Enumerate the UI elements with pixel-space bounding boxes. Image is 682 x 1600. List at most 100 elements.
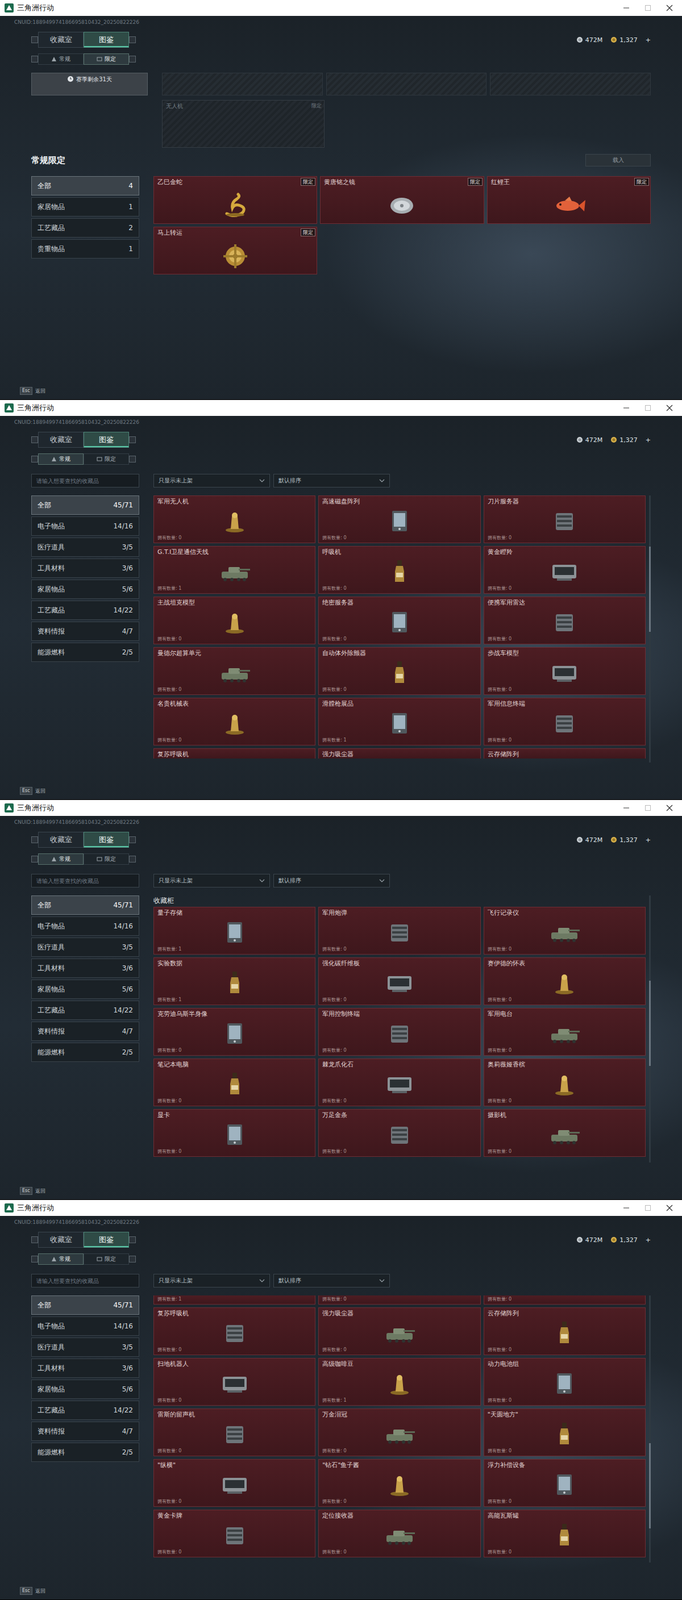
collectible-card[interactable]: 奥莉薇娅香槟拥有数量: 0 xyxy=(483,1058,646,1107)
collectible-card[interactable]: 主战坦克模型拥有数量: 0 xyxy=(153,596,316,645)
category-item[interactable]: 能源燃料2/5 xyxy=(31,1042,140,1063)
main-tab[interactable]: 图鉴 xyxy=(83,832,130,848)
collectible-card[interactable]: 曼德尔超算单元拥有数量: 0 xyxy=(153,647,316,696)
collectible-card[interactable]: 黄唐铭之镜限定 xyxy=(319,176,484,224)
sub-tab[interactable]: 限定 xyxy=(83,1253,130,1266)
category-item[interactable]: 全部4 xyxy=(31,176,140,196)
category-item[interactable]: 贵重物品1 xyxy=(31,239,140,259)
maximize-icon[interactable] xyxy=(644,404,652,412)
collectible-card[interactable]: 万足金条拥有数量: 0 xyxy=(318,1109,481,1158)
collectible-card[interactable]: 高能瓦斯罐拥有数量: 0 xyxy=(483,1510,646,1558)
prev-tab-key[interactable] xyxy=(31,36,39,44)
add-currency-button[interactable]: + xyxy=(645,1236,651,1245)
collectible-card[interactable]: 克劳迪乌斯半身像拥有数量: 0 xyxy=(153,1008,316,1056)
collectible-card[interactable]: 扫地机器人拥有数量: 0 xyxy=(153,1358,316,1407)
sub-tab[interactable]: 限定 xyxy=(83,53,130,65)
category-item[interactable]: 电子物品14/16 xyxy=(31,916,140,937)
category-item[interactable]: 能源燃料2/5 xyxy=(31,1442,140,1463)
sub-tab[interactable]: 常规 xyxy=(38,453,84,465)
add-currency-button[interactable]: + xyxy=(645,436,651,444)
close-icon[interactable] xyxy=(666,1204,673,1212)
add-currency-button[interactable]: + xyxy=(645,836,651,844)
search-field[interactable] xyxy=(31,874,140,888)
prev-subtab-key[interactable] xyxy=(31,1256,39,1263)
collectible-card[interactable]: 高级咖啡豆拥有数量: 1 xyxy=(318,1358,481,1407)
collectible-card[interactable]: 赛伊德的怀表拥有数量: 0 xyxy=(483,957,646,1006)
close-icon[interactable] xyxy=(666,404,673,412)
collectible-card[interactable]: 拥有数量: 0 xyxy=(318,1295,481,1305)
collectible-card[interactable]: 强力吸尘器拥有数量: 0 xyxy=(318,1307,481,1356)
category-item[interactable]: 医疗道具3/5 xyxy=(31,537,140,557)
collectible-card[interactable]: 呼吸机拥有数量: 0 xyxy=(318,546,481,594)
collectible-card[interactable]: 拥有数量: 0 xyxy=(483,1295,646,1305)
prev-subtab-key[interactable] xyxy=(31,455,39,463)
scrollbar-thumb[interactable] xyxy=(649,546,651,632)
next-subtab-key[interactable] xyxy=(129,1256,136,1263)
next-tab-key[interactable] xyxy=(129,36,136,44)
category-item[interactable]: 工艺藏品14/22 xyxy=(31,600,140,621)
back-hint[interactable]: Esc返回 xyxy=(19,387,651,395)
minimize-icon[interactable] xyxy=(622,4,630,12)
featured-card[interactable]: 无人机限定 xyxy=(161,100,325,148)
add-currency-button[interactable]: + xyxy=(645,36,651,44)
collectible-card[interactable]: 实验数据拥有数量: 1 xyxy=(153,957,316,1006)
close-icon[interactable] xyxy=(666,4,673,12)
back-hint[interactable]: Esc返回 xyxy=(19,1187,651,1196)
collectible-card[interactable]: 红鲤王限定 xyxy=(487,176,651,224)
category-item[interactable]: 资料情报4/7 xyxy=(31,1421,140,1442)
collectible-card[interactable]: G.T.I卫星通信天线拥有数量: 1 xyxy=(153,546,316,594)
main-tab[interactable]: 收藏室 xyxy=(38,31,84,48)
collectible-card[interactable]: 显卡拥有数量: 0 xyxy=(153,1109,316,1158)
main-tab[interactable]: 图鉴 xyxy=(83,1232,130,1249)
category-item[interactable]: 工具材料3/6 xyxy=(31,958,140,979)
filter-dropdown[interactable]: 只显示未上架 xyxy=(153,874,270,888)
filter-dropdown[interactable]: 默认排序 xyxy=(273,1274,390,1288)
main-tab[interactable]: 收藏室 xyxy=(38,1232,84,1249)
minimize-icon[interactable] xyxy=(622,404,630,412)
collectible-card[interactable]: 滑膛枪展品拥有数量: 1 xyxy=(318,697,481,746)
search-field[interactable] xyxy=(31,1274,140,1288)
collectible-card[interactable]: 自动体外除颤器拥有数量: 0 xyxy=(318,647,481,696)
category-item[interactable]: 电子物品14/16 xyxy=(31,516,140,536)
scrollbar-thumb[interactable] xyxy=(649,980,651,1067)
collectible-card[interactable]: 黄金瞪羚拥有数量: 0 xyxy=(483,546,646,594)
collectible-card[interactable]: 量子存储拥有数量: 1 xyxy=(153,907,316,955)
collectible-card[interactable]: 军用控制终端拥有数量: 0 xyxy=(318,1008,481,1056)
action-button[interactable]: 载入 xyxy=(585,154,651,167)
sub-tab[interactable]: 常规 xyxy=(38,1253,84,1266)
collectible-card[interactable]: 强力吸尘器 xyxy=(318,748,481,759)
prev-tab-key[interactable] xyxy=(31,436,39,444)
collectible-card[interactable]: 复苏呼吸机拥有数量: 0 xyxy=(153,1307,316,1356)
maximize-icon[interactable] xyxy=(644,804,652,812)
next-subtab-key[interactable] xyxy=(129,55,136,63)
category-item[interactable]: 家居物品1 xyxy=(31,197,140,217)
category-item[interactable]: 工艺藏品2 xyxy=(31,218,140,238)
category-item[interactable]: 工艺藏品14/22 xyxy=(31,1400,140,1421)
next-subtab-key[interactable] xyxy=(129,855,136,863)
filter-dropdown[interactable]: 只显示未上架 xyxy=(153,1274,270,1288)
next-tab-key[interactable] xyxy=(129,836,136,844)
category-item[interactable]: 全部45/71 xyxy=(31,1295,140,1316)
scrollbar[interactable] xyxy=(649,495,651,763)
collectible-card[interactable]: 摄影机拥有数量: 0 xyxy=(483,1109,646,1158)
main-tab[interactable]: 收藏室 xyxy=(38,832,84,848)
collectible-card[interactable]: 动力电池组拥有数量: 0 xyxy=(483,1358,646,1407)
category-item[interactable]: 能源燃料2/5 xyxy=(31,642,140,663)
collectible-card[interactable]: 名贵机械表拥有数量: 0 xyxy=(153,697,316,746)
scrollbar[interactable] xyxy=(649,895,651,1163)
sub-tab[interactable]: 常规 xyxy=(38,853,84,866)
category-item[interactable]: 电子物品14/16 xyxy=(31,1316,140,1337)
filter-dropdown[interactable]: 只显示未上架 xyxy=(153,473,270,488)
next-subtab-key[interactable] xyxy=(129,455,136,463)
collectible-card[interactable]: 步战车模型拥有数量: 0 xyxy=(483,647,646,696)
category-item[interactable]: 资料情报4/7 xyxy=(31,1021,140,1042)
main-tab[interactable]: 图鉴 xyxy=(83,431,130,448)
collectible-card[interactable]: 高速磁盘阵列拥有数量: 0 xyxy=(318,495,481,544)
collectible-card[interactable]: 笔记本电脑拥有数量: 0 xyxy=(153,1058,316,1107)
next-tab-key[interactable] xyxy=(129,436,136,444)
collectible-card[interactable]: 乙巳金蛇限定 xyxy=(153,176,318,224)
minimize-icon[interactable] xyxy=(622,804,630,812)
category-item[interactable]: 资料情报4/7 xyxy=(31,621,140,642)
minimize-icon[interactable] xyxy=(622,1204,630,1212)
collectible-card[interactable]: 雷斯的留声机拥有数量: 0 xyxy=(153,1408,316,1457)
